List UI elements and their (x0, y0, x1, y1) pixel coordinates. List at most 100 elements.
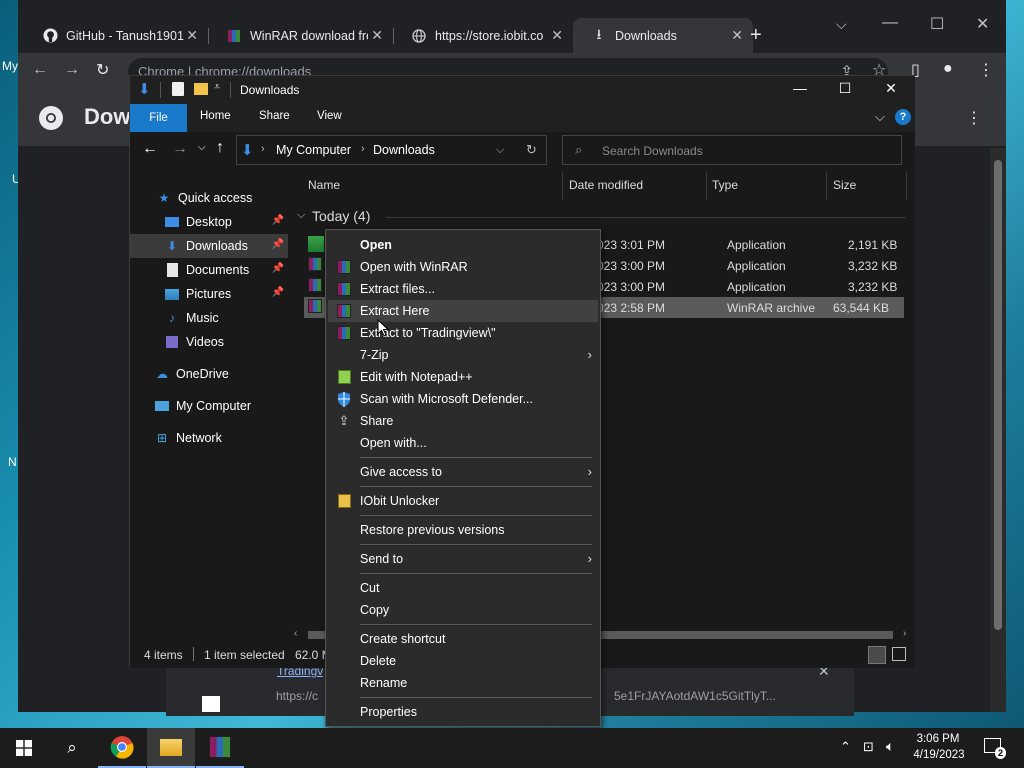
menu-dots-icon[interactable]: ⋮ (966, 108, 982, 128)
profile-icon[interactable]: ● (943, 60, 953, 78)
menu-item-properties[interactable]: Properties (328, 701, 598, 723)
search-button[interactable]: ⌕ (48, 728, 96, 768)
nav-music[interactable]: ♪ Music (130, 306, 288, 330)
menu-item-extract-files[interactable]: Extract files... (328, 278, 598, 300)
close-icon[interactable]: ✕ (976, 14, 989, 34)
menu-item-open-with-winrar[interactable]: Open with WinRAR (328, 256, 598, 278)
menu-item-rename[interactable]: Rename (328, 672, 598, 694)
close-icon[interactable]: ✕ (186, 27, 198, 44)
reload-icon[interactable]: ↻ (96, 60, 109, 80)
volume-icon[interactable]: 🔈︎ (886, 738, 894, 755)
properties-icon[interactable] (172, 82, 184, 96)
tab-label: https://store.iobit.co (435, 28, 544, 43)
taskbar-chrome[interactable] (98, 728, 146, 768)
minimize-icon[interactable]: — (882, 14, 898, 32)
chevron-up-icon[interactable]: ⌃ (840, 739, 851, 755)
back-icon[interactable]: ← (142, 140, 158, 158)
nav-downloads[interactable]: ⬇ Downloads 📌 (130, 234, 288, 258)
new-folder-icon[interactable] (194, 83, 208, 95)
start-button[interactable] (0, 728, 48, 768)
help-icon[interactable]: ? (895, 109, 911, 125)
clock-time[interactable]: 3:06 PM (912, 733, 964, 745)
menu-item-edit-notepad[interactable]: Edit with Notepad++ (328, 366, 598, 388)
close-icon[interactable]: ✕ (551, 27, 563, 44)
up-icon[interactable]: ↑ (216, 139, 224, 157)
nav-documents[interactable]: Documents 📌 (130, 258, 288, 282)
ribbon-tab-view[interactable]: View (317, 110, 342, 122)
column-header-name[interactable]: Name (308, 178, 340, 192)
nav-videos[interactable]: Videos (130, 330, 288, 354)
forward-icon[interactable]: → (172, 140, 188, 158)
taskbar-winrar[interactable] (196, 728, 244, 768)
pin-icon[interactable]: 📌 (272, 215, 284, 226)
pin-icon[interactable]: 📌 (272, 263, 284, 274)
menu-dots-icon[interactable]: ⋮ (978, 60, 994, 80)
pin-icon[interactable]: 📌 (272, 239, 284, 250)
menu-item-label: Scan with Microsoft Defender... (360, 392, 533, 406)
menu-item-7zip[interactable]: 7-Zip › (328, 344, 598, 366)
nav-pictures[interactable]: Pictures 📌 (130, 282, 288, 306)
nav-desktop[interactable]: Desktop 📌 (130, 210, 288, 234)
nav-quick-access[interactable]: ★ Quick access (130, 186, 288, 210)
maximize-icon[interactable]: ☐ (830, 80, 860, 97)
scroll-left-icon[interactable]: ‹ (294, 628, 297, 639)
column-header-date[interactable]: Date modified (569, 178, 643, 192)
chevron-down-icon[interactable]: ⌵ (297, 209, 305, 222)
chrome-vertical-scrollbar[interactable] (990, 148, 1006, 712)
menu-item-send-to[interactable]: Send to › (328, 548, 598, 570)
breadcrumb-my-computer[interactable]: My Computer (276, 143, 351, 157)
chevron-down-icon[interactable]: ⌵ (875, 109, 885, 125)
back-icon[interactable]: ← (32, 61, 48, 79)
menu-item-open[interactable]: Open (328, 234, 598, 256)
taskbar-file-explorer[interactable] (147, 728, 195, 768)
customize-toolbar-icon[interactable]: ⩡ (214, 81, 220, 94)
download-url[interactable]: https://c (276, 689, 318, 703)
chrome-tab-github[interactable]: GitHub - Tanush1901 ✕ (24, 18, 208, 53)
menu-item-cut[interactable]: Cut (328, 577, 598, 599)
maximize-icon[interactable]: ☐ (930, 14, 944, 34)
column-header-size[interactable]: Size (833, 178, 856, 192)
menu-item-delete[interactable]: Delete (328, 650, 598, 672)
refresh-icon[interactable]: ↻ (526, 142, 537, 158)
chevron-down-icon[interactable]: ⌵ (496, 144, 504, 157)
column-header-type[interactable]: Type (712, 178, 738, 192)
scroll-right-icon[interactable]: › (903, 628, 906, 639)
chrome-tab-downloads[interactable]: ⭳ Downloads ✕ (573, 18, 753, 53)
search-input[interactable]: ⌕ Search Downloads (562, 135, 902, 165)
forward-icon[interactable]: → (64, 61, 80, 79)
clock-date[interactable]: 4/19/2023 (908, 749, 970, 761)
nav-network[interactable]: ⊞ Network (130, 426, 288, 450)
pin-icon[interactable]: 📌 (272, 287, 284, 298)
breadcrumb-downloads[interactable]: Downloads (373, 143, 435, 157)
ribbon-tab-home[interactable]: Home (200, 110, 231, 122)
minimize-icon[interactable]: — (785, 80, 815, 96)
network-icon[interactable]: ⊡ (863, 739, 874, 755)
menu-item-copy[interactable]: Copy (328, 599, 598, 621)
menu-item-share[interactable]: ⇪ Share (328, 410, 598, 432)
details-view-icon[interactable] (868, 646, 886, 664)
ribbon-tab-share[interactable]: Share (259, 110, 290, 122)
ribbon-tab-file[interactable]: File (130, 104, 187, 132)
new-tab-icon[interactable]: + (750, 24, 762, 47)
address-bar[interactable]: ⬇ › My Computer › Downloads ⌵ ↻ (236, 135, 547, 165)
menu-item-scan-defender[interactable]: Scan with Microsoft Defender... (328, 388, 598, 410)
large-icons-view-icon[interactable] (892, 647, 906, 661)
menu-item-extract-to[interactable]: Extract to "Tradingview\" (328, 322, 598, 344)
group-header-today[interactable]: Today (4) (312, 208, 370, 224)
close-icon[interactable]: ✕ (371, 27, 383, 44)
menu-item-give-access[interactable]: Give access to › (328, 461, 598, 483)
close-icon[interactable]: ✕ (731, 27, 743, 44)
nav-onedrive[interactable]: ☁ OneDrive (130, 362, 288, 386)
menu-item-extract-here[interactable]: Extract Here (328, 300, 598, 322)
menu-item-restore-versions[interactable]: Restore previous versions (328, 519, 598, 541)
chrome-tab-iobit[interactable]: https://store.iobit.co ✕ (393, 18, 573, 53)
menu-item-open-with[interactable]: Open with... (328, 432, 598, 454)
menu-item-iobit-unlocker[interactable]: IObit Unlocker (328, 490, 598, 512)
chevron-down-icon[interactable]: ⌵ (836, 16, 847, 33)
recent-locations-chevron-icon[interactable]: ⌵ (198, 142, 206, 153)
nav-my-computer[interactable]: My Computer (130, 394, 288, 418)
menu-item-create-shortcut[interactable]: Create shortcut (328, 628, 598, 650)
close-icon[interactable]: ✕ (876, 80, 906, 97)
chrome-tab-winrar[interactable]: WinRAR download fre ✕ (208, 18, 393, 53)
explorer-titlebar: ⬇ ⩡ Downloads — ☐ ✕ (130, 76, 915, 104)
